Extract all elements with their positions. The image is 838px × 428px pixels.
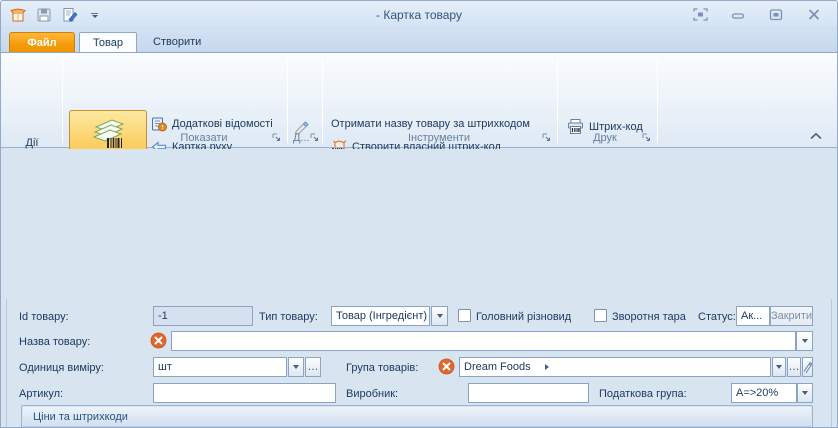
fullscreen-icon[interactable] [689, 5, 711, 23]
group-combobox[interactable]: Dream Foods [459, 357, 771, 377]
panel-edge [831, 299, 832, 428]
name-input[interactable] [171, 331, 796, 351]
return-tare-label: Зворотня тара [612, 311, 686, 323]
window-controls [689, 5, 825, 23]
tax-label: Податкова група: [599, 388, 687, 400]
title-bar: - Картка товару [1, 1, 837, 29]
minimize-icon[interactable] [727, 5, 749, 23]
group-value: Dream Foods [464, 361, 531, 373]
money-stack-barcode-icon [89, 116, 127, 150]
unit-combobox[interactable]: шт [153, 357, 287, 377]
group-browse-button[interactable]: … [787, 357, 801, 377]
close-icon[interactable] [803, 5, 825, 23]
article-input[interactable] [153, 383, 336, 403]
name-label: Назва товару: [19, 336, 90, 348]
additional-info-button[interactable]: Додаткові відомості [151, 113, 273, 134]
main-variant-checkbox[interactable] [458, 309, 471, 322]
producer-label: Виробник: [346, 388, 398, 400]
group-label-d: Д... [293, 132, 310, 144]
restore-icon[interactable] [765, 5, 787, 23]
chevron-down-icon [293, 365, 299, 369]
group-separator [62, 57, 63, 143]
unit-dropdown-button[interactable] [288, 357, 304, 377]
status-label: Статус: [698, 311, 736, 323]
id-label: Id товару: [19, 311, 69, 323]
group-label-print: Друк [567, 132, 643, 144]
type-dropdown-button[interactable] [431, 306, 448, 326]
group-label-tools: Інструменти [331, 132, 547, 144]
actions-label: Дії [26, 137, 39, 149]
form-area: Id товару: -1 Тип товару: Товар (Інгреді… [1, 149, 837, 428]
prices-barcodes-groupbox: Ціни та штрихкоди [21, 405, 813, 428]
validation-error-icon [150, 332, 167, 349]
tab-create[interactable]: Створити [153, 36, 201, 48]
validation-error-icon [438, 358, 455, 375]
chevron-down-icon [776, 365, 782, 369]
group-label: Група товарів: [346, 362, 418, 374]
status-close-button[interactable]: Закрити [770, 306, 813, 326]
main-variant-label: Головний різновид [476, 311, 571, 323]
group-dropdown-button[interactable] [772, 357, 786, 377]
chevron-down-icon [437, 314, 443, 318]
prices-barcodes-header: Ціни та штрихкоди [23, 407, 811, 427]
chevron-down-icon [802, 339, 808, 343]
ribbon-tabs: Файл Товар Створити [1, 29, 837, 53]
group-separator [557, 57, 558, 143]
group-separator [287, 57, 288, 143]
dialog-launcher-icon[interactable] [641, 132, 652, 143]
tab-product[interactable]: Товар [79, 32, 137, 53]
group-separator [322, 57, 323, 143]
collapse-ribbon-icon[interactable] [809, 131, 823, 141]
return-tare-checkbox[interactable] [594, 309, 607, 322]
producer-input[interactable] [468, 383, 589, 403]
chevron-down-icon [802, 391, 808, 395]
article-label: Артикул: [19, 388, 63, 400]
ribbon: Дії Ціни та штрихкоди [1, 52, 837, 148]
breadcrumb-arrow-icon [545, 364, 549, 370]
dialog-launcher-icon[interactable] [309, 132, 320, 143]
dialog-launcher-icon[interactable] [541, 132, 552, 143]
info-book-icon [151, 116, 167, 132]
tax-combobox[interactable]: A=>20% [731, 383, 797, 403]
dialog-launcher-icon[interactable] [271, 132, 282, 143]
name-dropdown-button[interactable] [796, 331, 813, 351]
tab-file[interactable]: Файл [9, 32, 75, 53]
ribbon-item-label: Отримати назву товару за штрихкодом [331, 118, 530, 130]
tax-dropdown-button[interactable] [797, 383, 813, 403]
group-label-show: Показати [149, 132, 259, 144]
type-combobox[interactable]: Товар (Інгредієнт) [331, 306, 430, 326]
get-name-by-barcode-button[interactable]: Отримати назву товару за штрихкодом [331, 113, 530, 134]
ribbon-item-label: Штрих-код [589, 121, 643, 133]
type-label: Тип товару: [259, 311, 318, 323]
group-edit-button[interactable] [802, 357, 813, 377]
group-separator [657, 57, 658, 143]
status-value: Ак... [736, 306, 770, 326]
product-card-window: - Картка товару Файл Товар Створити [0, 0, 838, 428]
ribbon-item-label: Додаткові відомості [172, 118, 273, 130]
pencil-icon [803, 361, 812, 373]
unit-label: Одиниця виміру: [19, 362, 104, 374]
panel-edge [6, 299, 7, 428]
unit-browse-button[interactable]: … [305, 357, 321, 377]
id-field: -1 [153, 306, 253, 326]
